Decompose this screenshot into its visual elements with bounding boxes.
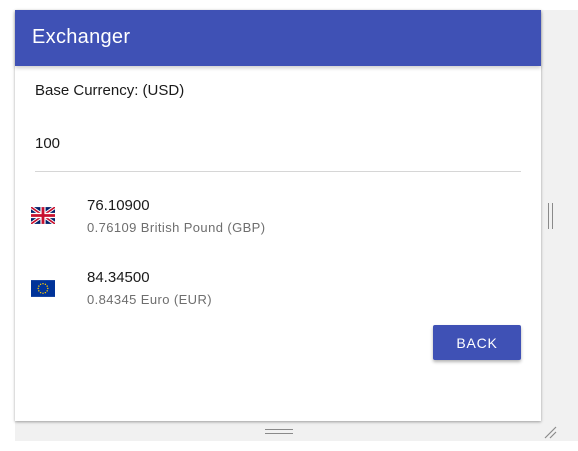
base-currency-label: Base Currency: (USD) [35, 82, 185, 99]
side-drag-handle[interactable] [548, 203, 554, 229]
bottom-drag-handle[interactable] [265, 429, 293, 435]
app-title: Exchanger [32, 26, 131, 48]
rate-row-gbp: 76.10900 0.76109 British Pound (GBP) [15, 195, 541, 251]
eu-flag-icon [31, 280, 55, 297]
amount-input[interactable] [35, 135, 521, 152]
rate-detail: 0.76109 British Pound (GBP) [87, 220, 266, 235]
app-bar: Exchanger [15, 10, 541, 66]
exchanger-card: Exchanger Base Currency: (USD) 76.10900 … [15, 10, 541, 421]
converted-amount: 76.10900 [87, 197, 150, 214]
amount-field[interactable] [35, 124, 521, 172]
back-button[interactable]: BACK [433, 325, 521, 360]
resize-grip-icon[interactable] [543, 425, 557, 439]
uk-flag-icon [31, 207, 55, 224]
rate-detail: 0.84345 Euro (EUR) [87, 292, 212, 307]
rate-row-eur: 84.34500 0.84345 Euro (EUR) [15, 267, 541, 323]
converted-amount: 84.34500 [87, 269, 150, 286]
